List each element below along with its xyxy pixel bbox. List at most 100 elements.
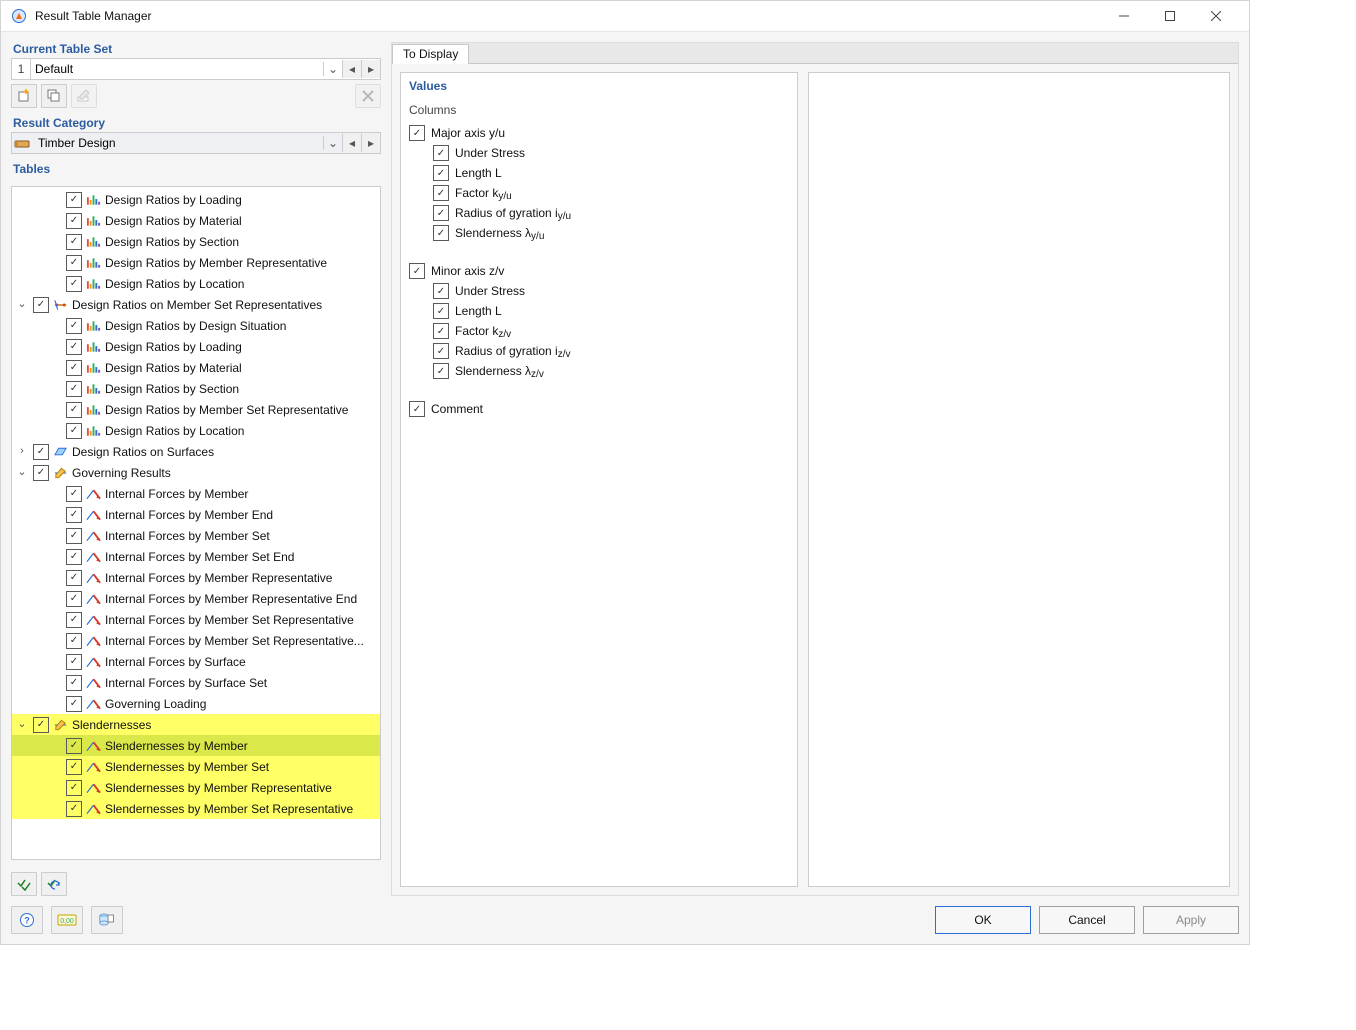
close-button[interactable] <box>1193 1 1239 31</box>
tree-leaf[interactable]: Internal Forces by Member End <box>12 504 380 525</box>
checkbox[interactable] <box>66 738 82 754</box>
checkbox[interactable] <box>433 343 449 359</box>
table-set-select[interactable]: Default <box>31 60 323 78</box>
next-table-set[interactable]: ▸ <box>361 60 380 78</box>
expander-icon[interactable]: ⌄ <box>15 716 29 733</box>
column-item[interactable]: Slenderness λz/v <box>433 363 789 379</box>
tree-leaf[interactable]: Design Ratios by Member Set Representati… <box>12 399 380 420</box>
checkbox[interactable] <box>66 234 82 250</box>
column-item[interactable]: Length L <box>433 303 789 319</box>
delete-table-set-button[interactable] <box>355 84 381 108</box>
duplicate-table-set-button[interactable] <box>41 84 67 108</box>
checkbox[interactable] <box>66 402 82 418</box>
next-category[interactable]: ▸ <box>361 134 380 152</box>
column-item[interactable]: Length L <box>433 165 789 181</box>
tree-leaf[interactable]: Internal Forces by Member Representative… <box>12 588 380 609</box>
checkbox[interactable] <box>66 276 82 292</box>
checkbox[interactable] <box>66 549 82 565</box>
checkbox[interactable] <box>66 423 82 439</box>
tree-leaf[interactable]: Design Ratios by Loading <box>12 189 380 210</box>
tree-leaf[interactable]: Internal Forces by Member <box>12 483 380 504</box>
chevron-down-icon[interactable]: ⌄ <box>323 62 342 76</box>
tree-leaf[interactable]: Internal Forces by Member Set End <box>12 546 380 567</box>
checkbox[interactable] <box>66 801 82 817</box>
expander-icon[interactable]: › <box>15 443 29 460</box>
tree-leaf[interactable]: Design Ratios by Loading <box>12 336 380 357</box>
column-item[interactable]: Under Stress <box>433 145 789 161</box>
checkbox[interactable] <box>66 654 82 670</box>
help-button[interactable]: ? <box>11 906 43 934</box>
checkbox[interactable] <box>66 759 82 775</box>
export-button[interactable] <box>91 906 123 934</box>
prev-table-set[interactable]: ◂ <box>343 60 361 78</box>
expander-icon[interactable]: ⌄ <box>15 296 29 313</box>
checkbox[interactable] <box>433 165 449 181</box>
checkbox[interactable] <box>433 323 449 339</box>
table-set-selector[interactable]: 1 Default ⌄ ◂ ▸ <box>11 58 381 80</box>
checkbox[interactable] <box>66 339 82 355</box>
column-item[interactable]: Slenderness λy/u <box>433 225 789 241</box>
column-item[interactable]: Under Stress <box>433 283 789 299</box>
chevron-down-icon[interactable]: ⌄ <box>323 136 342 150</box>
checkbox[interactable] <box>66 213 82 229</box>
tree-leaf[interactable]: Governing Loading <box>12 693 380 714</box>
tree-leaf[interactable]: Design Ratios by Section <box>12 231 380 252</box>
expander-icon[interactable]: ⌄ <box>15 464 29 481</box>
checkbox[interactable] <box>66 570 82 586</box>
tree-leaf[interactable]: Design Ratios by Location <box>12 420 380 441</box>
tree-leaf[interactable]: Slendernesses by Member <box>12 735 380 756</box>
checkbox[interactable] <box>66 591 82 607</box>
column-group[interactable]: Major axis y/u <box>409 125 789 141</box>
units-button[interactable]: 0,00 <box>51 906 83 934</box>
checkbox[interactable] <box>433 283 449 299</box>
checkbox[interactable] <box>66 318 82 334</box>
tree-leaf[interactable]: Internal Forces by Surface Set <box>12 672 380 693</box>
new-table-set-button[interactable] <box>11 84 37 108</box>
tree-leaf[interactable]: Design Ratios by Material <box>12 357 380 378</box>
checkbox[interactable] <box>433 363 449 379</box>
tree-leaf[interactable]: Internal Forces by Surface <box>12 651 380 672</box>
column-item[interactable]: Radius of gyration iy/u <box>433 205 789 221</box>
maximize-button[interactable] <box>1147 1 1193 31</box>
checkbox[interactable] <box>66 255 82 271</box>
result-category-selector[interactable]: Timber Design ⌄ ◂ ▸ <box>11 132 381 154</box>
checkbox[interactable] <box>433 205 449 221</box>
tree-leaf[interactable]: Design Ratios by Member Representative <box>12 252 380 273</box>
checkbox[interactable] <box>409 263 425 279</box>
tree-node[interactable]: ›Design Ratios on Surfaces <box>12 441 380 462</box>
result-category-select[interactable]: Timber Design <box>36 134 323 152</box>
checkbox[interactable] <box>409 125 425 141</box>
tree-leaf[interactable]: Internal Forces by Member Representative <box>12 567 380 588</box>
rename-table-set-button[interactable] <box>71 84 97 108</box>
cancel-button[interactable]: Cancel <box>1039 906 1135 934</box>
checkbox[interactable] <box>66 633 82 649</box>
prev-category[interactable]: ◂ <box>343 134 361 152</box>
checkbox[interactable] <box>433 145 449 161</box>
tree-leaf[interactable]: Design Ratios by Design Situation <box>12 315 380 336</box>
column-item[interactable]: Factor ky/u <box>433 185 789 201</box>
checkbox[interactable] <box>433 225 449 241</box>
tree-leaf[interactable]: Slendernesses by Member Representative <box>12 777 380 798</box>
checkbox[interactable] <box>66 675 82 691</box>
checkbox[interactable] <box>33 444 49 460</box>
checkbox[interactable] <box>66 528 82 544</box>
checkbox[interactable] <box>66 192 82 208</box>
tree-leaf[interactable]: Design Ratios by Material <box>12 210 380 231</box>
checkbox[interactable] <box>433 303 449 319</box>
column-group[interactable]: Minor axis z/v <box>409 263 789 279</box>
tree-leaf[interactable]: Internal Forces by Member Set <box>12 525 380 546</box>
tree-leaf[interactable]: Internal Forces by Member Set Representa… <box>12 630 380 651</box>
tree-node[interactable]: ⌄Governing Results <box>12 462 380 483</box>
ok-button[interactable]: OK <box>935 906 1031 934</box>
column-item[interactable]: Radius of gyration iz/v <box>433 343 789 359</box>
tree-leaf[interactable]: Slendernesses by Member Set <box>12 756 380 777</box>
check-all-button[interactable] <box>11 872 37 896</box>
checkbox[interactable] <box>66 360 82 376</box>
tree-leaf[interactable]: Slendernesses by Member Set Representati… <box>12 798 380 819</box>
checkbox[interactable] <box>433 185 449 201</box>
checkbox[interactable] <box>66 612 82 628</box>
checkbox[interactable] <box>33 465 49 481</box>
checkbox[interactable] <box>66 381 82 397</box>
tree-node[interactable]: ⌄Design Ratios on Member Set Representat… <box>12 294 380 315</box>
checkbox[interactable] <box>66 696 82 712</box>
